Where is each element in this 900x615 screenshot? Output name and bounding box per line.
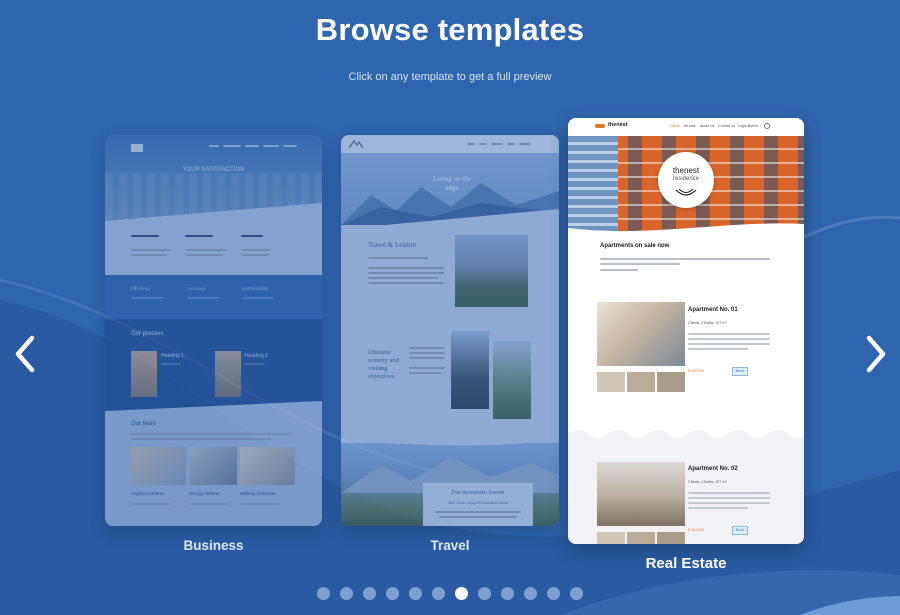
travel-nav	[341, 135, 559, 153]
apartment-specs: 2 Beds, 2 Baths, 107 m²	[688, 321, 727, 325]
business-info-item: Efficiency	[131, 286, 151, 291]
real-estate-brand: thenest	[608, 122, 628, 128]
travel-logo-icon	[349, 139, 363, 149]
apartment-photo[interactable]	[597, 462, 685, 526]
re-logo-sub: residence	[672, 176, 699, 182]
chevron-right-icon	[866, 335, 886, 373]
travel-photo-mountain	[455, 235, 528, 307]
next-button[interactable]	[855, 332, 895, 376]
pagination-dot[interactable]	[386, 587, 399, 600]
real-estate-nav-logo	[595, 124, 605, 128]
apartment-thumb[interactable]	[657, 372, 685, 392]
apartment-thumb[interactable]	[657, 532, 685, 544]
apartment-thumb[interactable]	[627, 532, 655, 544]
business-process-item: Heading 1	[161, 353, 184, 359]
business-info-row: Efficiency Accuracy Sustainability	[105, 275, 322, 319]
real-estate-hero-curve	[568, 223, 804, 236]
real-estate-nav: thenest Home All sale About us Contact u…	[568, 118, 804, 136]
search-icon[interactable]	[764, 123, 770, 129]
pagination-dot[interactable]	[501, 587, 514, 600]
business-process-section: Our process Heading 1 Heading 2	[105, 319, 322, 411]
apartment-price: $ 349 000	[688, 369, 704, 373]
real-estate-logo: thenest residence	[658, 152, 714, 208]
team-member-name: Melissa Simmons	[240, 491, 276, 496]
apartment-thumb[interactable]	[627, 372, 655, 392]
travel-slant	[341, 209, 559, 229]
re-nav-item[interactable]: About us	[700, 124, 714, 128]
travel-box-sub: Hike, climb, enjoy the snowfield views!	[447, 501, 509, 505]
team-member-name: George Nelson	[189, 491, 220, 496]
business-slant	[105, 203, 322, 275]
team-photo	[131, 447, 186, 485]
template-label-business[interactable]: Business	[105, 538, 322, 553]
pagination-dot[interactable]	[455, 587, 468, 600]
pagination-dot[interactable]	[547, 587, 560, 600]
travel-photo-forest	[493, 341, 531, 419]
apartment-title: Apartment No. 01	[688, 307, 738, 313]
business-logo	[131, 144, 143, 152]
team-photo	[189, 447, 237, 485]
business-process-photo	[215, 351, 241, 397]
book-button[interactable]: Book	[732, 367, 748, 376]
template-label-real-estate[interactable]: Real Estate	[568, 555, 804, 572]
pagination-dot[interactable]	[524, 587, 537, 600]
pagination-dot[interactable]	[340, 587, 353, 600]
business-team-title: Our team	[131, 421, 157, 427]
travel-hero-text: Living on the edge	[433, 175, 471, 192]
template-card-travel[interactable]: Living on the edge Travel & Leisure Ulti…	[341, 135, 559, 526]
business-hero-text: YOUR SATISFACTION	[182, 167, 245, 173]
business-process-title: Our process	[131, 331, 164, 337]
business-info-item: Accuracy	[187, 286, 206, 291]
travel-section-title: Travel & Leisure	[368, 241, 416, 249]
pagination-dot[interactable]	[317, 587, 330, 600]
re-nav-item[interactable]: Home	[670, 124, 680, 128]
apartment-thumb[interactable]	[597, 372, 625, 392]
re-nav-item[interactable]: Contact us	[718, 124, 735, 128]
apartment-price: $ 454 000	[688, 528, 704, 532]
travel-mountain-box: For mountain lovers Hike, climb, enjoy t…	[423, 483, 533, 526]
travel-wave	[341, 435, 559, 446]
team-photo	[240, 447, 295, 485]
chevron-left-icon	[15, 335, 35, 373]
travel-box-title: For mountain lovers	[451, 489, 505, 496]
page-subtitle: Click on any template to get a full prev…	[348, 71, 552, 83]
pagination-dot[interactable]	[432, 587, 445, 600]
apartment-thumb[interactable]	[597, 532, 625, 544]
team-member-name: Sophia Cameron	[131, 491, 165, 496]
pagination-dot[interactable]	[409, 587, 422, 600]
business-process-photo	[131, 351, 157, 397]
re-logo-title: thenest	[672, 166, 700, 175]
pagination	[0, 587, 900, 600]
template-label-travel[interactable]: Travel	[341, 538, 559, 553]
pagination-dot[interactable]	[363, 587, 376, 600]
previous-button[interactable]	[6, 332, 46, 376]
travel-photo-bridge	[451, 331, 489, 409]
pagination-dot[interactable]	[570, 587, 583, 600]
business-process-item: Heading 2	[245, 353, 268, 359]
apartment-photo[interactable]	[597, 302, 685, 366]
re-nav-item[interactable]: Login Button	[738, 124, 758, 128]
re-nav-item[interactable]: All sale	[684, 124, 696, 128]
business-team-section: Our team Sophia Cameron George Nelson Me…	[105, 401, 322, 526]
book-button[interactable]: Book	[732, 526, 748, 535]
re-section-title: Apartments on sale now	[600, 243, 670, 249]
apartment-specs: 2 Beds, 2 Baths, 207 m²	[688, 480, 727, 484]
apartment-title: Apartment No. 02	[688, 466, 738, 472]
business-info-item: Sustainability	[242, 286, 269, 291]
travel-section-title: Ultimate scenery and visiting objectives	[368, 349, 399, 380]
template-card-business[interactable]: YOUR SATISFACTION Efficiency Accuracy Su…	[105, 135, 322, 526]
page-title: Browse templates	[315, 12, 585, 47]
template-card-real-estate[interactable]: thenest Home All sale About us Contact u…	[568, 118, 804, 544]
pagination-dot[interactable]	[478, 587, 491, 600]
